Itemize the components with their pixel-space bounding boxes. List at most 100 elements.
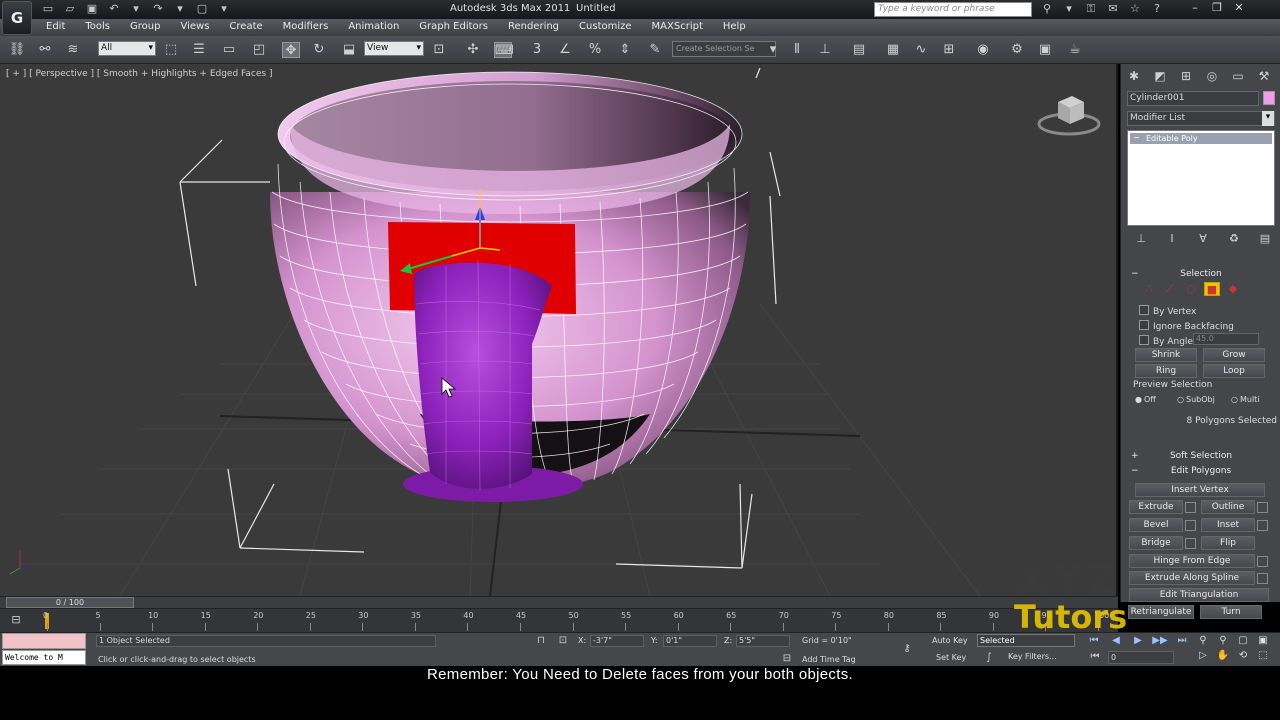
redo-icon[interactable]: ↷ (150, 2, 166, 16)
rendered-frame-window-icon[interactable]: ▣ (1036, 42, 1054, 58)
qa-dropdown-icon[interactable]: ▾ (216, 2, 232, 16)
menu-views[interactable]: Views (180, 19, 219, 36)
edge-level-icon[interactable]: ⟋ (1162, 282, 1178, 296)
snaps-toggle-icon[interactable]: 3 (528, 42, 546, 58)
object-name-field[interactable]: Cylinder001 (1127, 91, 1259, 106)
soft-selection-rollout-title[interactable]: Soft Selection (1127, 450, 1275, 463)
inset-button[interactable]: Inset (1201, 518, 1268, 532)
turn-button[interactable]: Turn (1200, 605, 1262, 619)
grow-button[interactable]: Grow (1203, 348, 1265, 362)
edit-polygons-rollout-title[interactable]: Edit Polygons (1127, 465, 1275, 478)
add-time-tag-button[interactable]: Add Time Tag (802, 655, 856, 664)
ignore-backfacing-checkbox[interactable]: Ignore Backfacing (1139, 320, 1234, 332)
vertex-level-icon[interactable]: ∴ (1141, 282, 1157, 296)
link-icon[interactable]: ⛓ (8, 42, 26, 58)
zoom-icon[interactable]: ⚲ (1196, 634, 1210, 647)
go-to-end-icon[interactable]: ⏭ (1174, 634, 1190, 648)
selection-filter-dropdown[interactable]: All (98, 41, 156, 56)
next-frame-icon[interactable]: ▶▶ (1152, 634, 1168, 648)
motion-tab-icon[interactable]: ◎ (1203, 68, 1221, 84)
help-icon[interactable]: ? (1150, 2, 1164, 16)
by-vertex-checkbox[interactable]: By Vertex (1139, 305, 1196, 317)
menu-create[interactable]: Create (229, 19, 272, 36)
show-end-result-icon[interactable]: Ⅰ (1164, 232, 1180, 246)
menu-modifiers[interactable]: Modifiers (283, 19, 339, 36)
unlink-icon[interactable]: ⚯ (36, 42, 54, 58)
preview-off-radio[interactable]: Off (1135, 395, 1156, 404)
zoom-extents-icon[interactable]: ▢ (1236, 634, 1250, 647)
minimize-icon[interactable]: – (1188, 1, 1202, 15)
selection-rollout-title[interactable]: Selection (1127, 268, 1275, 281)
render-production-icon[interactable]: ☕ (1066, 42, 1084, 58)
display-tab-icon[interactable]: ▭ (1229, 68, 1247, 84)
play-icon[interactable]: ▶ (1130, 634, 1146, 648)
reference-coordinate-dropdown[interactable]: View (364, 41, 424, 56)
edit-triangulation-button[interactable]: Edit Triangulation (1129, 588, 1269, 602)
zoom-all-icon[interactable]: ⚲ (1216, 634, 1230, 647)
outline-button[interactable]: Outline (1201, 500, 1268, 514)
close-icon[interactable]: ✕ (1232, 1, 1246, 15)
angle-snap-icon[interactable]: ∠ (556, 42, 574, 58)
previous-frame-icon[interactable]: ◀ (1108, 634, 1124, 648)
align-icon[interactable]: ⊥ (816, 42, 834, 58)
render-setup-icon[interactable]: ⚙ (1008, 42, 1026, 58)
go-to-start-icon[interactable]: ⏮ (1086, 634, 1102, 648)
edit-named-selection-icon[interactable]: ✎ (646, 42, 664, 58)
preview-subobj-radio[interactable]: SubObj (1177, 395, 1215, 404)
key-mode-icon[interactable]: ⏮ (1088, 651, 1102, 663)
current-frame-field[interactable]: 0 (1108, 651, 1174, 664)
menu-customize[interactable]: Customize (579, 19, 642, 36)
bevel-button[interactable]: Bevel (1129, 518, 1196, 532)
curve-editor-icon[interactable]: ∿ (912, 42, 930, 58)
menu-edit[interactable]: Edit (46, 19, 75, 36)
ring-button[interactable]: Ring (1135, 364, 1197, 378)
spinner-snap-icon[interactable]: ⇕ (616, 42, 634, 58)
pin-stack-icon[interactable]: ⊥ (1133, 232, 1149, 246)
z-coord-field[interactable]: 5'5" (736, 635, 790, 647)
bind-space-warp-icon[interactable]: ≋ (64, 42, 82, 58)
select-by-name-icon[interactable]: ☰ (190, 42, 208, 58)
dropdown-arrow-icon[interactable]: ▾ (764, 42, 782, 58)
hinge-from-edge-button[interactable]: Hinge From Edge (1129, 554, 1268, 568)
mini-curve-editor-icon[interactable]: ⊟ (8, 613, 24, 627)
rectangular-selection-icon[interactable]: ▭ (220, 42, 238, 58)
select-and-rotate-icon[interactable]: ↻ (310, 42, 328, 58)
auto-key-button[interactable]: Auto Key (932, 635, 968, 648)
absolute-mode-icon[interactable]: ⊡ (556, 635, 570, 647)
border-level-icon[interactable]: ◌ (1183, 282, 1199, 296)
lock-selection-icon[interactable]: ⊓ (534, 635, 548, 647)
menu-tools[interactable]: Tools (85, 19, 120, 36)
key-mode-dropdown[interactable]: Selected (977, 634, 1075, 647)
schematic-view-icon[interactable]: ⊞ (940, 42, 958, 58)
undo-icon[interactable]: ↶ (106, 2, 122, 16)
by-angle-checkbox[interactable]: By Angle: (1139, 335, 1196, 347)
utilities-tab-icon[interactable]: ⚒ (1255, 68, 1273, 84)
remove-modifier-icon[interactable]: ♻ (1226, 232, 1242, 246)
select-and-move-icon[interactable]: ✥ (282, 42, 300, 58)
track-bar[interactable]: ⊟ 0 5 10 15 20 25 30 35 40 45 50 55 60 65 70 75 80 85 90 95… (0, 608, 1118, 632)
binoculars-icon[interactable]: ⚲ (1040, 2, 1054, 16)
angle-field[interactable]: 45.0 (1193, 333, 1259, 345)
graphite-toggle-icon[interactable]: ▦ (884, 42, 902, 58)
maximize-viewport-icon[interactable]: ⬚ (1256, 649, 1270, 662)
x-coord-field[interactable]: -3'7" (590, 635, 644, 647)
preview-multi-radio[interactable]: Multi (1231, 395, 1260, 404)
star-icon[interactable]: ☆ (1128, 2, 1142, 16)
orbit-icon[interactable]: ⟲ (1236, 649, 1250, 662)
bridge-button[interactable]: Bridge (1129, 536, 1196, 550)
object-color-swatch[interactable] (1263, 91, 1275, 105)
time-tag-icon[interactable]: ⊟ (780, 653, 794, 665)
key-filters-button[interactable]: Key Filters... (1008, 651, 1076, 664)
maxscript-mini-listener-top[interactable] (2, 633, 86, 649)
search-input[interactable]: Type a keyword or phrase (874, 2, 1032, 17)
extrude-button[interactable]: Extrude (1129, 500, 1196, 514)
material-editor-icon[interactable]: ◉ (974, 42, 992, 58)
undo-dropdown-icon[interactable]: ▾ (128, 2, 144, 16)
open-file-icon[interactable]: ▱ (62, 2, 78, 16)
extrude-along-spline-button[interactable]: Extrude Along Spline (1129, 571, 1268, 585)
shrink-button[interactable]: Shrink (1135, 348, 1197, 362)
communication-icon[interactable]: ✉ (1106, 2, 1120, 16)
dropdown-icon[interactable]: ▾ (1062, 2, 1076, 16)
menu-help[interactable]: Help (723, 19, 756, 36)
hierarchy-tab-icon[interactable]: ⊞ (1177, 68, 1195, 84)
